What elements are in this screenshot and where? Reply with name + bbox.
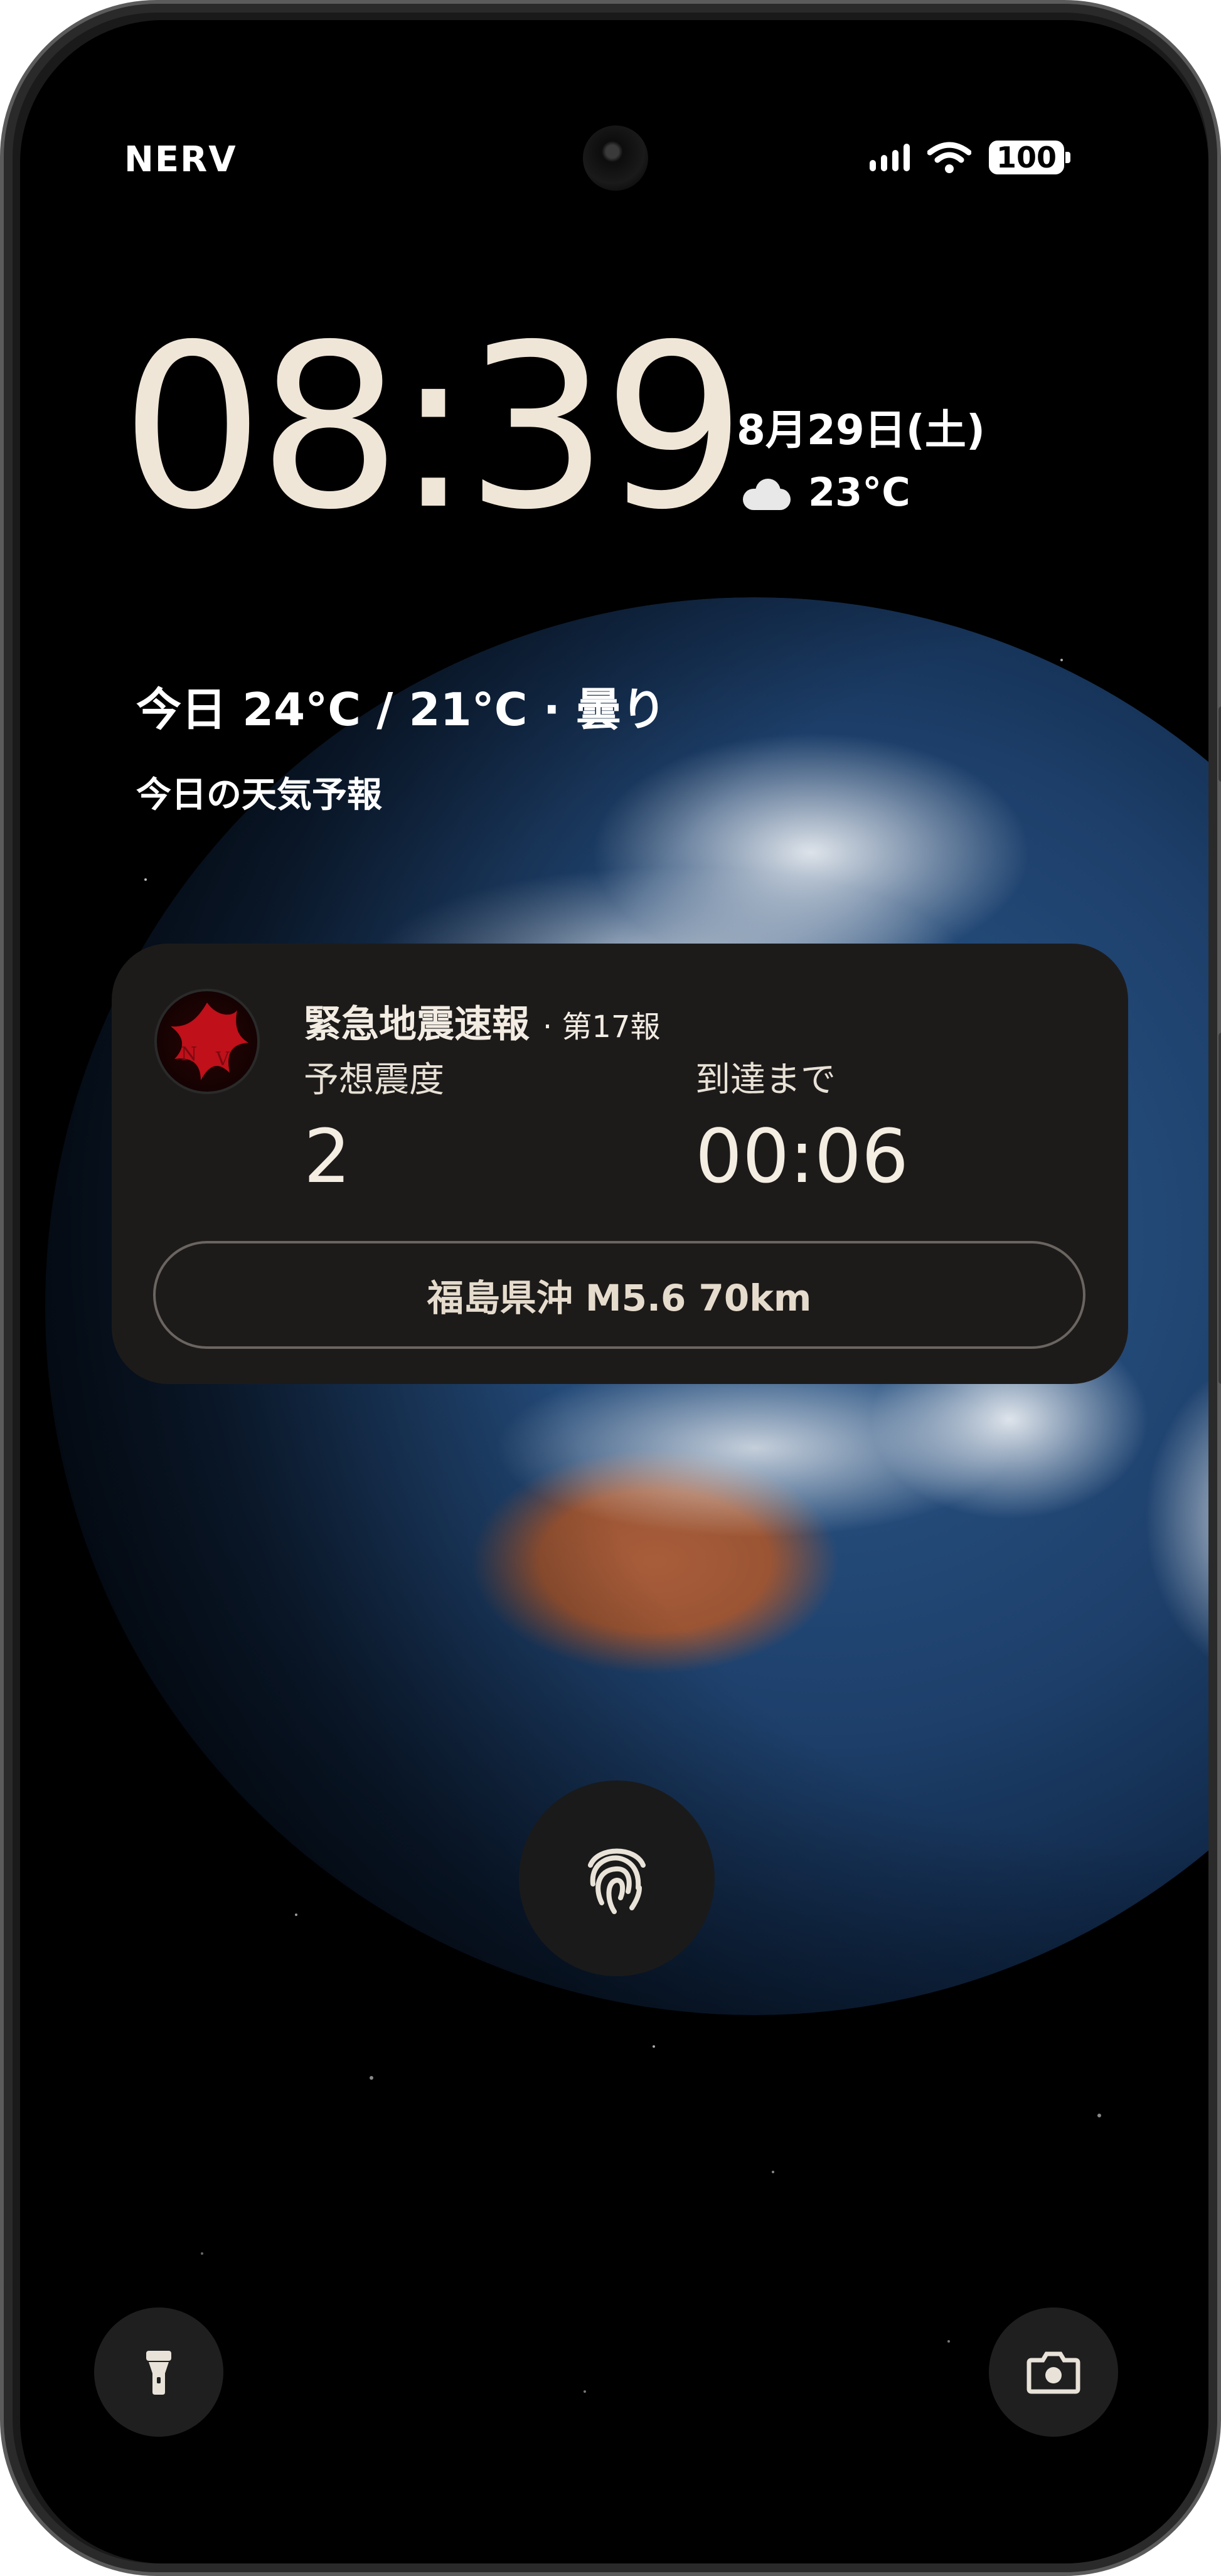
fingerprint-icon [588,1848,646,1914]
battery-icon: 100 [988,141,1071,174]
signal-icon [869,144,910,171]
alert-title: 緊急地震速報 · 第17報 [304,994,661,1048]
date-weather: 8月29日(土) 23°C [737,397,985,515]
forecast-summary[interactable]: 今日 24°C / 21°C · 曇り [136,673,666,738]
intensity-value: 2 [304,1113,351,1200]
report-number: · 第17報 [542,1009,661,1045]
arrival-label: 到達まで [695,1060,836,1100]
intensity-label: 予想震度 [304,1060,444,1100]
lock-clock: 08:39 [120,296,746,559]
svg-text:V: V [215,1048,230,1070]
flashlight-icon [146,2351,171,2395]
date-label: 8月29日(土) [737,406,986,454]
wifi-icon [927,142,971,173]
camera-button[interactable] [989,2307,1118,2437]
current-temperature: 23°C [808,469,910,515]
camera-icon [1026,2351,1080,2394]
carrier-label: NERV [124,139,237,180]
side-button [1218,1033,1221,1384]
earthquake-alert-card[interactable]: N V 緊急地震速報 · 第17報 予想震度 到達まで 2 00:06 福島県沖… [112,944,1128,1384]
front-camera [583,125,648,191]
phone-frame: NERV 100 08:39 8月29日(土) 23°C 今日 24°C / 2… [0,0,1221,2576]
svg-text:N: N [181,1043,197,1065]
fingerprint-unlock-button[interactable] [519,1780,715,1976]
epicenter-info-button[interactable]: 福島県沖 M5.6 70km [153,1241,1085,1349]
nerv-logo: N V [154,989,260,1094]
forecast-link[interactable]: 今日の天気予報 [136,767,382,817]
cloud-icon [737,474,793,511]
alert-type: 緊急地震速報 [304,1003,530,1046]
lock-screen: NERV 100 08:39 8月29日(土) 23°C 今日 24°C / 2… [20,20,1208,2563]
side-button [1218,706,1221,782]
flashlight-button[interactable] [94,2307,223,2437]
arrival-countdown: 00:06 [695,1113,909,1200]
current-weather: 23°C [737,469,985,515]
status-icons: 100 [869,141,1071,174]
status-bar: NERV 100 [20,20,1208,191]
